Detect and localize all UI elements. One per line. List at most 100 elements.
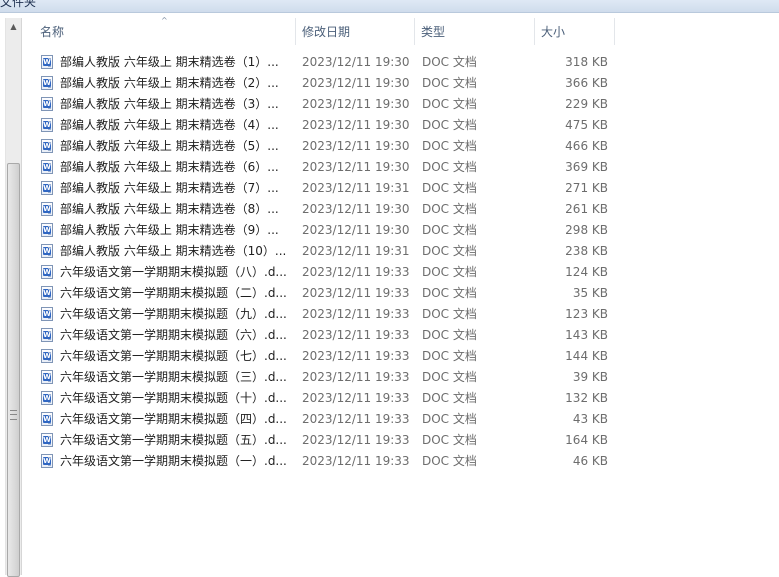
file-size: 143 KB xyxy=(565,328,608,342)
word-doc-icon xyxy=(41,391,53,405)
file-type: DOC 文档 xyxy=(422,160,477,174)
word-doc-icon xyxy=(41,160,53,174)
file-name: 部编人教版 六年级上 期末精选卷（10）... xyxy=(60,244,287,258)
file-date: 2023/12/11 19:30 xyxy=(302,160,410,174)
file-row[interactable]: 部编人教版 六年级上 期末精选卷（10）... 2023/12/11 19:31 D… xyxy=(22,241,779,262)
file-type: DOC 文档 xyxy=(422,244,477,258)
file-name: 六年级语文第一学期期末模拟题（四）.d... xyxy=(60,412,287,426)
file-row[interactable]: 六年级语文第一学期期末模拟题（十）.d... 2023/12/11 19:33 DO… xyxy=(22,388,779,409)
word-doc-icon xyxy=(41,97,53,111)
file-date: 2023/12/11 19:33 xyxy=(302,454,410,468)
file-row[interactable]: 六年级语文第一学期期末模拟题（一）.d... 2023/12/11 19:33 DO… xyxy=(22,451,779,472)
word-doc-icon xyxy=(41,55,53,69)
word-doc-icon xyxy=(41,433,53,447)
file-size: 43 KB xyxy=(572,412,608,426)
file-row[interactable]: 六年级语文第一学期期末模拟题（七）.d... 2023/12/11 19:33 DO… xyxy=(22,346,779,367)
file-type: DOC 文档 xyxy=(422,118,477,132)
file-date: 2023/12/11 19:33 xyxy=(302,286,410,300)
file-size: 229 KB xyxy=(565,97,608,111)
file-name: 部编人教版 六年级上 期末精选卷（8）... xyxy=(60,202,279,216)
file-type: DOC 文档 xyxy=(422,181,477,195)
file-row[interactable]: 六年级语文第一学期期末模拟题（六）.d... 2023/12/11 19:33 DO… xyxy=(22,325,779,346)
file-row[interactable]: 部编人教版 六年级上 期末精选卷（4）... 2023/12/11 19:30 DO… xyxy=(22,115,779,136)
file-size: 369 KB xyxy=(565,160,608,174)
file-name: 部编人教版 六年级上 期末精选卷（5）... xyxy=(60,139,279,153)
file-date: 2023/12/11 19:30 xyxy=(302,97,410,111)
file-size: 366 KB xyxy=(565,76,608,90)
file-size: 271 KB xyxy=(565,181,608,195)
file-size: 318 KB xyxy=(565,55,608,69)
word-doc-icon xyxy=(41,118,53,132)
window-title: 文件夹 xyxy=(0,0,37,9)
file-row[interactable]: 六年级语文第一学期期末模拟题（五）.d... 2023/12/11 19:33 DO… xyxy=(22,430,779,451)
file-date: 2023/12/11 19:33 xyxy=(302,412,410,426)
file-size: 475 KB xyxy=(565,118,608,132)
file-size: 123 KB xyxy=(565,307,608,321)
file-row[interactable]: 六年级语文第一学期期末模拟题（八）.d... 2023/12/11 19:33 DO… xyxy=(22,262,779,283)
file-type: DOC 文档 xyxy=(422,265,477,279)
file-size: 238 KB xyxy=(565,244,608,258)
file-type: DOC 文档 xyxy=(422,454,477,468)
file-name: 六年级语文第一学期期末模拟题（五）.d... xyxy=(60,433,287,447)
file-type: DOC 文档 xyxy=(422,307,477,321)
file-name: 六年级语文第一学期期末模拟题（二）.d... xyxy=(60,286,287,300)
word-doc-icon xyxy=(41,202,53,216)
file-size: 132 KB xyxy=(565,391,608,405)
file-row[interactable]: 六年级语文第一学期期末模拟题（二）.d... 2023/12/11 19:33 DO… xyxy=(22,283,779,304)
file-date: 2023/12/11 19:33 xyxy=(302,307,410,321)
file-row[interactable]: 部编人教版 六年级上 期末精选卷（6）... 2023/12/11 19:30 DO… xyxy=(22,157,779,178)
column-header-type[interactable]: 类型 xyxy=(415,18,535,45)
file-row[interactable]: 部编人教版 六年级上 期末精选卷（7）... 2023/12/11 19:31 DO… xyxy=(22,178,779,199)
file-type: DOC 文档 xyxy=(422,139,477,153)
file-name: 部编人教版 六年级上 期末精选卷（1）... xyxy=(60,55,279,69)
file-name: 部编人教版 六年级上 期末精选卷（2）... xyxy=(60,76,279,90)
file-name: 六年级语文第一学期期末模拟题（三）.d... xyxy=(60,370,287,384)
word-doc-icon xyxy=(41,454,53,468)
scroll-thumb[interactable] xyxy=(7,163,20,577)
file-row[interactable]: 部编人教版 六年级上 期末精选卷（9）... 2023/12/11 19:30 DO… xyxy=(22,220,779,241)
file-type: DOC 文档 xyxy=(422,412,477,426)
word-doc-icon xyxy=(41,412,53,426)
file-date: 2023/12/11 19:31 xyxy=(302,181,410,195)
word-doc-icon xyxy=(41,244,53,258)
file-name: 六年级语文第一学期期末模拟题（八）.d... xyxy=(60,265,287,279)
file-type: DOC 文档 xyxy=(422,286,477,300)
file-type: DOC 文档 xyxy=(422,223,477,237)
word-doc-icon xyxy=(41,139,53,153)
file-size: 35 KB xyxy=(572,286,608,300)
file-date: 2023/12/11 19:30 xyxy=(302,55,410,69)
file-type: DOC 文档 xyxy=(422,433,477,447)
word-doc-icon xyxy=(41,265,53,279)
file-row[interactable]: 六年级语文第一学期期末模拟题（九）.d... 2023/12/11 19:33 DO… xyxy=(22,304,779,325)
file-row[interactable]: 部编人教版 六年级上 期末精选卷（5）... 2023/12/11 19:30 DO… xyxy=(22,136,779,157)
word-doc-icon xyxy=(41,181,53,195)
word-doc-icon xyxy=(41,307,53,321)
scroll-up-arrow-icon[interactable]: ▲ xyxy=(6,18,21,35)
column-header-size[interactable]: 大小 xyxy=(535,18,615,45)
file-type: DOC 文档 xyxy=(422,349,477,363)
file-name: 部编人教版 六年级上 期末精选卷（4）... xyxy=(60,118,279,132)
file-size: 124 KB xyxy=(565,265,608,279)
file-name: 六年级语文第一学期期末模拟题（九）.d... xyxy=(60,307,287,321)
file-size: 261 KB xyxy=(565,202,608,216)
word-doc-icon xyxy=(41,223,53,237)
file-type: DOC 文档 xyxy=(422,55,477,69)
file-row[interactable]: 六年级语文第一学期期末模拟题（四）.d... 2023/12/11 19:33 DO… xyxy=(22,409,779,430)
file-name: 部编人教版 六年级上 期末精选卷（6）... xyxy=(60,160,279,174)
vertical-scrollbar[interactable]: ▲ xyxy=(5,18,22,577)
file-type: DOC 文档 xyxy=(422,97,477,111)
file-row[interactable]: 部编人教版 六年级上 期末精选卷（3）... 2023/12/11 19:30 DO… xyxy=(22,94,779,115)
column-header-name[interactable]: ^ 名称 xyxy=(22,17,296,45)
file-date: 2023/12/11 19:33 xyxy=(302,370,410,384)
column-header-date[interactable]: 修改日期 xyxy=(296,18,415,45)
word-doc-icon xyxy=(41,76,53,90)
file-date: 2023/12/11 19:33 xyxy=(302,433,410,447)
word-doc-icon xyxy=(41,370,53,384)
word-doc-icon xyxy=(41,286,53,300)
file-row[interactable]: 部编人教版 六年级上 期末精选卷（8）... 2023/12/11 19:30 DO… xyxy=(22,199,779,220)
file-row[interactable]: 六年级语文第一学期期末模拟题（三）.d... 2023/12/11 19:33 DO… xyxy=(22,367,779,388)
file-date: 2023/12/11 19:30 xyxy=(302,118,410,132)
file-size: 144 KB xyxy=(565,349,608,363)
file-row[interactable]: 部编人教版 六年级上 期末精选卷（2）... 2023/12/11 19:30 DO… xyxy=(22,73,779,94)
file-row[interactable]: 部编人教版 六年级上 期末精选卷（1）... 2023/12/11 19:30 DO… xyxy=(22,52,779,73)
